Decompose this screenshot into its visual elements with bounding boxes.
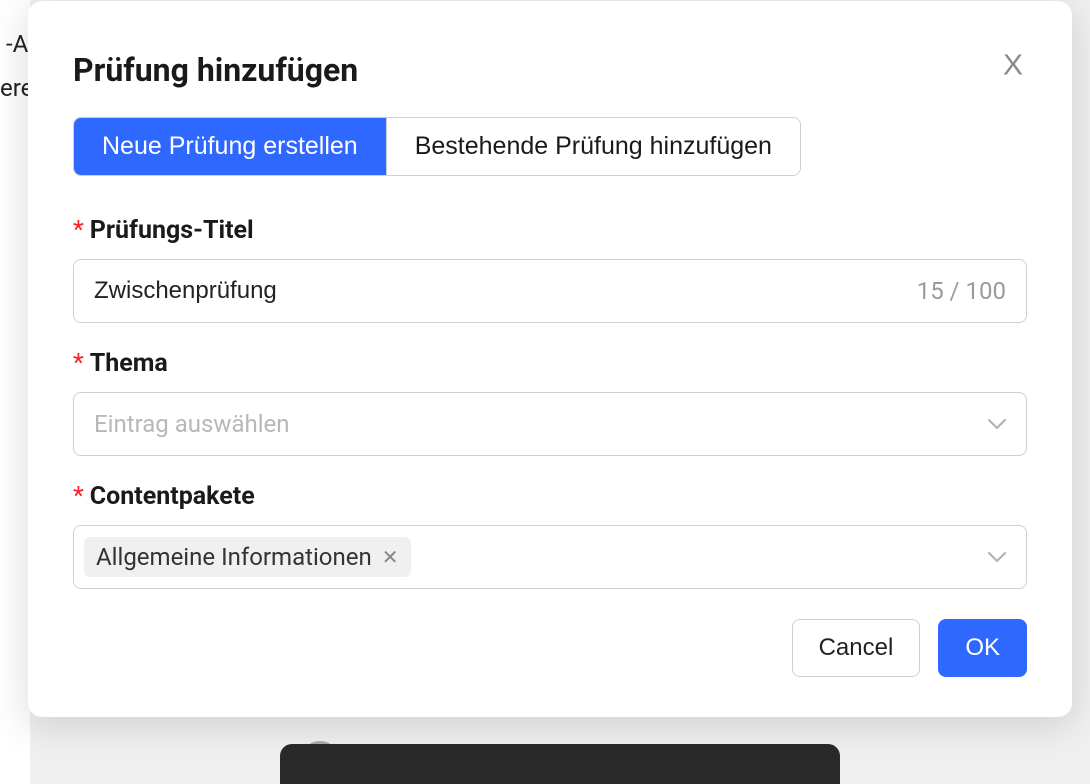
topic-select[interactable]: Eintrag auswählen <box>73 392 1027 456</box>
background-left-panel: -A ere <box>0 0 30 784</box>
label-text: Thema <box>90 349 168 378</box>
ok-button[interactable]: OK <box>938 619 1027 677</box>
exam-title-input-wrap[interactable]: 15 / 100 <box>73 259 1027 323</box>
remove-tag-icon[interactable]: ✕ <box>382 547 399 567</box>
char-count: 15 / 100 <box>917 277 1006 305</box>
tab-group: Neue Prüfung erstellen Bestehende Prüfun… <box>73 117 801 176</box>
package-tag-label: Allgemeine Informationen <box>96 543 372 571</box>
required-marker: * <box>73 216 84 245</box>
tab-create-new[interactable]: Neue Prüfung erstellen <box>74 118 386 175</box>
chevron-down-icon <box>988 418 1006 430</box>
label-topic: *Thema <box>73 349 1027 378</box>
exam-title-input[interactable] <box>94 277 917 305</box>
topic-select-placeholder: Eintrag auswählen <box>94 410 988 438</box>
add-exam-modal: Prüfung hinzufügen X Neue Prüfung erstel… <box>28 1 1072 717</box>
modal-header: Prüfung hinzufügen X <box>73 51 1027 89</box>
packages-select[interactable]: Allgemeine Informationen ✕ <box>73 525 1027 589</box>
form-group-topic: *Thema Eintrag auswählen <box>73 349 1027 456</box>
modal-footer: Cancel OK <box>73 619 1027 677</box>
chevron-down-icon <box>988 551 1006 563</box>
label-packages: *Contentpakete <box>73 482 1027 511</box>
label-exam-title: *Prüfungs-Titel <box>73 216 1027 245</box>
modal-title: Prüfung hinzufügen <box>73 51 358 89</box>
required-marker: * <box>73 482 84 511</box>
form-group-title: *Prüfungs-Titel 15 / 100 <box>73 216 1027 323</box>
label-text: Contentpakete <box>90 482 255 511</box>
tab-add-existing[interactable]: Bestehende Prüfung hinzufügen <box>386 118 800 175</box>
close-icon[interactable]: X <box>999 52 1027 81</box>
background-bottom-bar <box>280 744 840 784</box>
cancel-button[interactable]: Cancel <box>792 619 921 677</box>
label-text: Prüfungs-Titel <box>90 216 254 245</box>
required-marker: * <box>73 349 84 378</box>
form-group-packages: *Contentpakete Allgemeine Informationen … <box>73 482 1027 589</box>
package-tag: Allgemeine Informationen ✕ <box>84 537 411 577</box>
